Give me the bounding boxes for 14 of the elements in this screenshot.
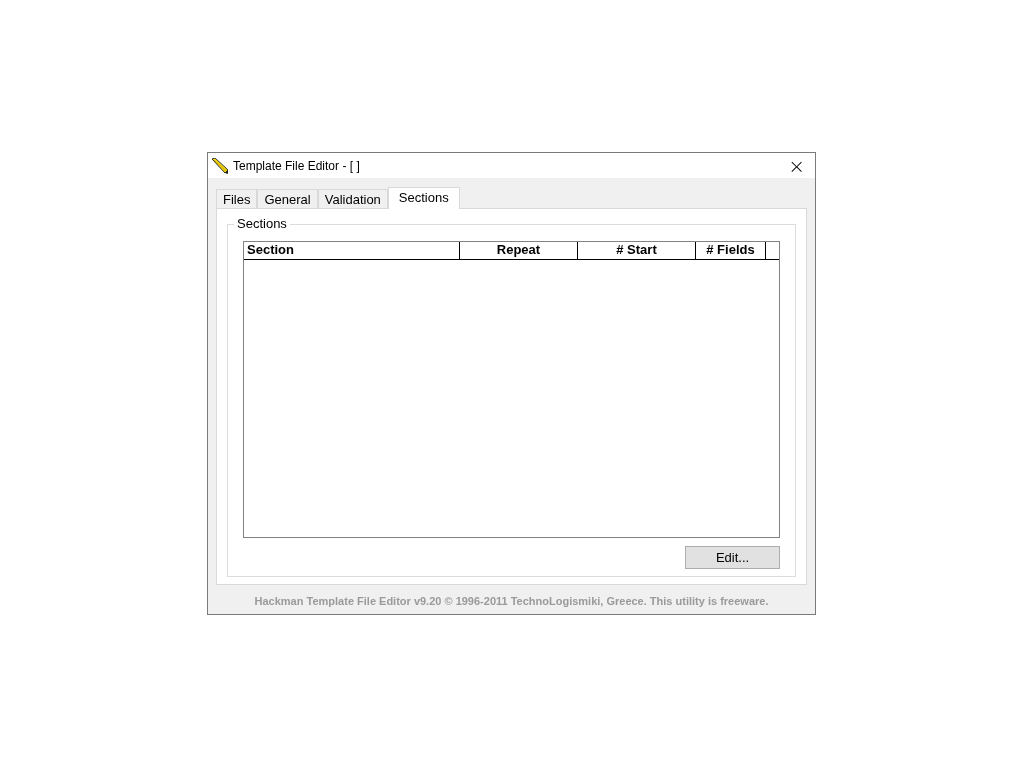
column-header[interactable]: # Fields <box>696 242 766 259</box>
column-header[interactable]: Section <box>244 242 460 259</box>
tab[interactable]: Files <box>216 189 258 208</box>
close-button[interactable]: × <box>784 156 809 175</box>
group-title: Sections <box>234 216 290 231</box>
tab[interactable]: General <box>257 189 318 208</box>
pencil-icon <box>211 157 229 174</box>
column-header[interactable]: # Start <box>578 242 696 259</box>
window-title: Template File Editor - [ ] <box>233 158 361 173</box>
copyright-text: Hackman Template File Editor v9.20 © 1996-2011 TechnoLogismiki, Greece. This utility is freeware. <box>253 595 770 607</box>
edit-button[interactable]: Edit... <box>685 546 780 569</box>
column-header[interactable]: Repeat <box>460 242 578 259</box>
tab[interactable]: Sections <box>387 187 460 209</box>
tab[interactable]: Validation <box>317 189 388 208</box>
